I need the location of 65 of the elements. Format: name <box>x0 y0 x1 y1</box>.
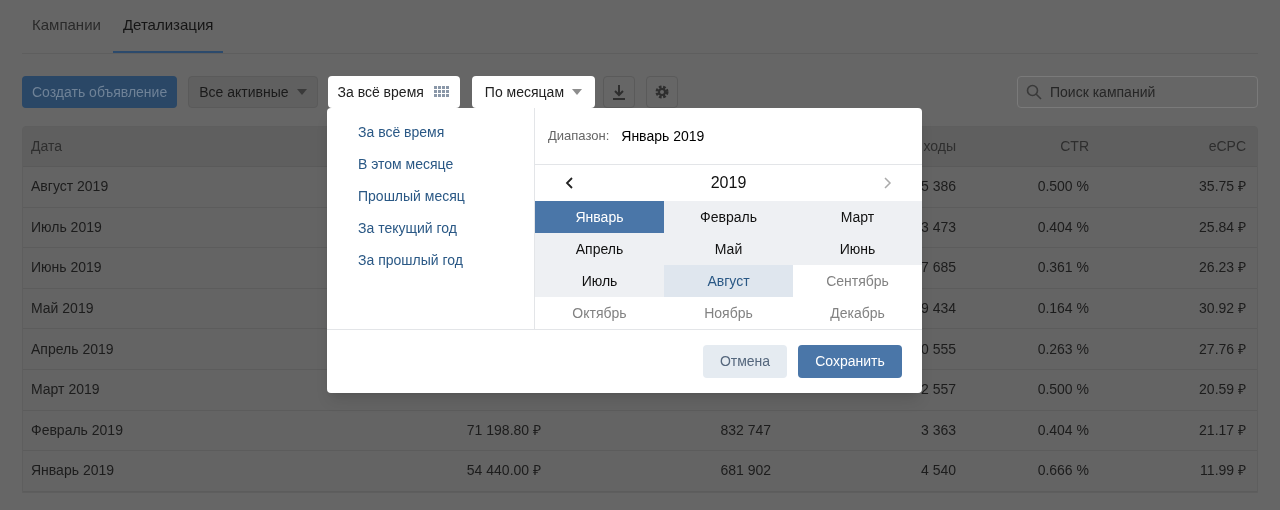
table-cell: 71 198.80 ₽ <box>466 421 541 438</box>
preset-link[interactable]: За прошлый год <box>358 250 534 268</box>
month-cell[interactable]: Май <box>664 233 793 265</box>
table-cell: 30.92 ₽ <box>1199 300 1246 317</box>
table-cell: 0.500 % <box>1037 178 1089 195</box>
save-button[interactable]: Сохранить <box>798 345 902 378</box>
table-cell: Май 2019 <box>31 300 94 317</box>
chevron-right-icon[interactable] <box>884 177 892 189</box>
month-cell[interactable]: Февраль <box>664 201 793 233</box>
table-cell: 0 555 <box>920 340 956 357</box>
table-cell: 54 440.00 ₽ <box>466 462 541 479</box>
table-cell: 26.23 ₽ <box>1199 259 1246 276</box>
cancel-button[interactable]: Отмена <box>703 345 787 378</box>
table-cell: Февраль 2019 <box>31 421 123 438</box>
caret-icon <box>296 89 307 95</box>
table-cell: 4 540 <box>920 462 956 479</box>
table-cell: 832 747 <box>720 421 771 438</box>
preset-link[interactable]: За всё время <box>358 122 534 140</box>
table-cell: 5 386 <box>920 178 956 195</box>
table-cell: Апрель 2019 <box>31 340 114 357</box>
month-cell[interactable]: Июнь <box>793 233 922 265</box>
download-icon <box>612 84 626 100</box>
table-cell: 3 363 <box>920 421 956 438</box>
table-cell: 681 902 <box>720 462 771 479</box>
table-cell: 21.17 ₽ <box>1199 421 1246 438</box>
month-cell[interactable]: Август <box>664 265 793 297</box>
table-cell: Июль 2019 <box>31 218 102 235</box>
settings-icon <box>654 84 670 100</box>
period-button[interactable]: За всё время <box>327 76 460 108</box>
table-cell: 9 434 <box>920 300 956 317</box>
month-cell[interactable]: Апрель <box>535 233 664 265</box>
table-cell: 35.75 ₽ <box>1199 178 1246 195</box>
table-cell: 2 557 <box>920 381 956 398</box>
table-cell: 11.99 ₽ <box>1200 462 1246 479</box>
table-cell: 7 685 <box>920 259 956 276</box>
table-cell: 0.164 % <box>1037 300 1089 317</box>
table-cell: 25.84 ₽ <box>1199 218 1246 235</box>
chevron-left-icon[interactable] <box>565 177 573 189</box>
table-cell: Январь 2019 <box>31 462 115 479</box>
calendar-grid-icon <box>433 86 450 98</box>
table-cell: 0.500 % <box>1037 381 1089 398</box>
table-cell: 0.666 % <box>1037 462 1089 479</box>
table-cell: 0.404 % <box>1037 218 1089 235</box>
table-cell: 3 473 <box>920 218 956 235</box>
table-cell: 0.263 % <box>1037 340 1089 357</box>
table-cell: 20.59 ₽ <box>1199 381 1246 398</box>
year-label: 2019 <box>710 173 747 193</box>
grouping-dropdown[interactable]: По месяцам <box>471 76 595 108</box>
table-cell: 0.361 % <box>1037 259 1089 276</box>
search-field[interactable]: Поиск кампаний <box>1017 76 1258 108</box>
preset-link[interactable]: В этом месяце <box>358 154 534 172</box>
range-label: Диапазон: <box>548 127 610 146</box>
month-cell[interactable]: Март <box>793 201 922 233</box>
table-cell: Август 2019 <box>31 178 109 195</box>
preset-link[interactable]: Прошлый месяц <box>358 186 534 204</box>
table-cell: Июнь 2019 <box>31 259 102 276</box>
preset-link[interactable]: За текущий год <box>358 218 534 236</box>
search-icon <box>1026 84 1042 100</box>
range-value: Январь 2019 <box>621 126 705 146</box>
month-cell[interactable]: Июль <box>535 265 664 297</box>
caret-icon <box>572 89 582 95</box>
table-cell: 0.404 % <box>1037 421 1089 438</box>
table-cell: 27.76 ₽ <box>1199 340 1246 357</box>
month-cell[interactable]: Январь <box>535 201 664 233</box>
table-cell: Март 2019 <box>31 381 100 398</box>
